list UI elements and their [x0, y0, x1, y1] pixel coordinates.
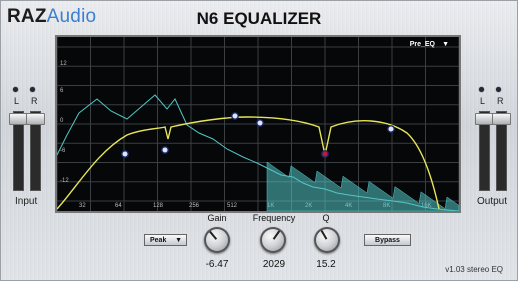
- x-tick-label: 128: [153, 203, 164, 209]
- eq-band-node[interactable]: [387, 125, 395, 133]
- x-tick-label: 32: [79, 203, 86, 209]
- y-tick-label: 12: [60, 61, 67, 67]
- gain-label: Gain: [207, 213, 227, 223]
- output-r-label: R: [497, 96, 504, 106]
- eq-band-node[interactable]: [121, 150, 129, 158]
- x-tick-label: 512: [227, 203, 238, 209]
- chevron-down-icon[interactable]: ▼: [442, 41, 449, 48]
- y-tick-label: 6: [60, 88, 64, 94]
- gain-value: -6.47: [205, 259, 229, 270]
- eq-band-node[interactable]: [321, 150, 329, 158]
- y-tick-label: 0: [60, 118, 64, 124]
- frequency-value: 2029: [262, 259, 286, 270]
- input-label: Input: [15, 196, 38, 207]
- eq-graph[interactable]: 1260-6-1232641282565121K2K4K8K16K Pre_EQ…: [55, 35, 461, 213]
- q-value: 15.2: [316, 259, 336, 270]
- output-led-left: [479, 87, 484, 92]
- input-fader-right[interactable]: [26, 113, 45, 125]
- x-tick-label: 256: [189, 203, 200, 209]
- eq-graph-svg[interactable]: 1260-6-1232641282565121K2K4K8K16K: [57, 37, 459, 211]
- spectrum-fill: [266, 161, 459, 211]
- output-l-label: L: [480, 96, 486, 106]
- eq-band-node[interactable]: [256, 119, 264, 127]
- q-label: Q: [322, 213, 330, 223]
- bypass-button[interactable]: Bypass: [364, 234, 411, 246]
- input-led-left: [13, 87, 18, 92]
- output-fader-right[interactable]: [492, 113, 511, 125]
- version-text: v1.03 stereo EQ: [445, 265, 503, 274]
- q-knob[interactable]: [314, 227, 340, 253]
- output-led-right: [496, 87, 501, 92]
- filter-type-value: Peak: [150, 237, 167, 244]
- eq-plugin-window: RAZAudio N6 EQUALIZER L R Input L R Outp…: [0, 0, 518, 281]
- x-tick-label: 64: [115, 203, 122, 209]
- frequency-knob[interactable]: [260, 227, 286, 253]
- input-l-label: L: [14, 96, 20, 106]
- eq-band-node[interactable]: [231, 112, 239, 120]
- input-r-label: R: [31, 96, 38, 106]
- y-tick-label: -6: [60, 148, 66, 154]
- input-led-right: [30, 87, 35, 92]
- output-label: Output: [477, 196, 508, 207]
- eq-band-node[interactable]: [161, 146, 169, 154]
- gain-knob[interactable]: [204, 227, 230, 253]
- filter-type-select[interactable]: Peak ▼: [144, 234, 187, 246]
- frequency-label: Frequency: [252, 213, 296, 223]
- chevron-down-icon: ▼: [175, 237, 182, 244]
- plugin-title: N6 EQUALIZER: [196, 9, 322, 28]
- y-tick-label: -12: [60, 178, 69, 184]
- preset-selector[interactable]: Pre_EQ: [410, 41, 435, 48]
